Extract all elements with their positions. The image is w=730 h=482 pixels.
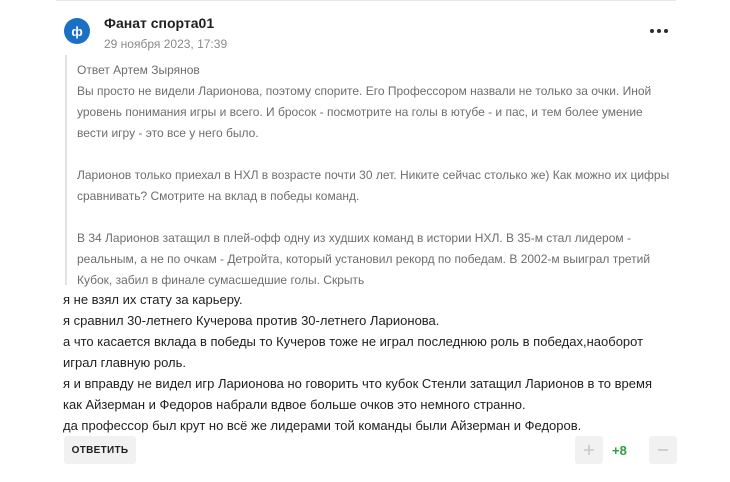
comment-line: я сравнил 30-летнего Кучерова против 30-… — [63, 313, 440, 328]
dot — [664, 29, 668, 33]
comment-line: а что касается вклада в победы то Кучеро… — [63, 334, 644, 370]
minus-icon — [658, 449, 668, 451]
avatar[interactable]: ф — [64, 18, 90, 44]
downvote-button[interactable] — [649, 436, 677, 464]
quote-header: Ответ Артем Зырянов — [77, 63, 200, 77]
dot — [657, 29, 661, 33]
vote-score: +8 — [612, 443, 627, 458]
comment-line: я не взял их стату за карьеру. — [63, 292, 243, 307]
comment-date: 29 ноября 2023, 17:39 — [104, 37, 228, 51]
quoted-reply: Ответ Артем Зырянов Вы просто не видели … — [65, 55, 678, 287]
top-divider — [56, 0, 676, 1]
reply-button[interactable]: ОТВЕТИТЬ — [64, 436, 136, 464]
dot — [650, 29, 654, 33]
upvote-button[interactable] — [575, 436, 603, 464]
plus-icon — [584, 445, 594, 455]
quote-paragraph: Вы просто не видели Ларионова, поэтому с… — [77, 84, 652, 140]
quote-paragraph: В 34 Ларионов затащил в плей-офф одну из… — [77, 228, 677, 291]
author-name[interactable]: Фанат спорта01 — [104, 15, 214, 31]
comment-line: да профессор был крут но всё же лидерами… — [63, 418, 582, 433]
quote-paragraph: Ларионов только приехал в НХЛ в возрасте… — [77, 168, 670, 203]
comment-line: я и вправду не видел игр Ларионова но го… — [63, 376, 652, 412]
more-dots-icon[interactable] — [650, 23, 672, 39]
comment-body: я не взял их стату за карьеру. я сравнил… — [63, 289, 673, 436]
quote-text: Вы просто не видели Ларионова, поэтому с… — [77, 81, 677, 291]
hide-link[interactable]: Скрыть — [323, 273, 364, 287]
